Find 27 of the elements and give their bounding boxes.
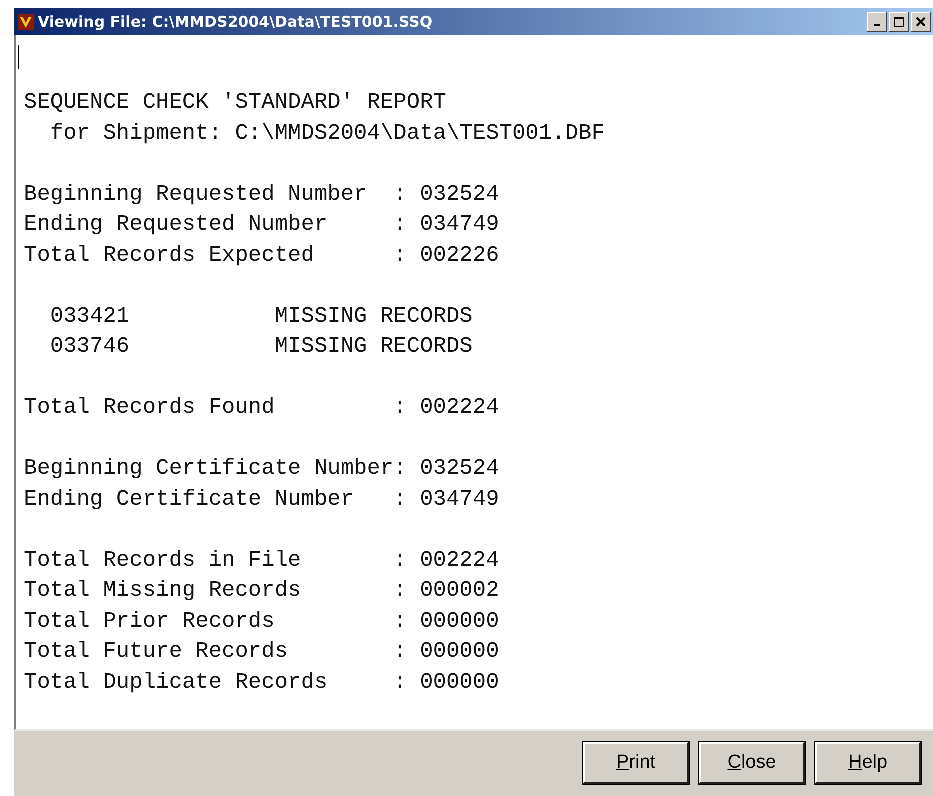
report-line: Ending Requested Number : 034749 xyxy=(24,212,500,238)
report-line: Total Future Records : 000000 xyxy=(24,639,500,664)
minimize-icon xyxy=(874,24,880,26)
report-line: Total Records in File : 002224 xyxy=(24,548,500,573)
report-line: Beginning Requested Number : 032524 xyxy=(24,182,500,207)
dialog-button[interactable]: Print xyxy=(583,742,689,784)
report-line: Total Duplicate Records : 000000 xyxy=(24,670,500,695)
report-line: 033421 MISSING RECORDS xyxy=(49,304,473,329)
dialog-button[interactable]: Close xyxy=(699,742,805,784)
window-title: Viewing File: C:\MMDS2004\Data\TEST001.SSQ xyxy=(38,12,434,31)
minimize-button[interactable] xyxy=(867,12,887,32)
maximize-icon xyxy=(894,16,904,27)
report-line: Total Prior Records : 000000 xyxy=(24,608,500,634)
close-icon xyxy=(916,16,926,27)
report-line: Beginning Certificate Number: 032524 xyxy=(24,456,500,482)
report-line: Ending Certificate Number : 034749 xyxy=(24,486,500,512)
report-line: 033746 MISSING RECORDS xyxy=(49,334,473,360)
text-cursor xyxy=(18,45,19,70)
report-line: Total Missing Records : 000002 xyxy=(24,578,500,604)
report-line: Total Records Found : 002224 xyxy=(24,395,500,420)
report-line: SEQUENCE CHECK 'STANDARD' REPORT xyxy=(24,90,446,116)
maximize-button[interactable] xyxy=(889,12,909,32)
app-logo-icon xyxy=(18,14,34,30)
close-button[interactable] xyxy=(911,12,931,32)
report-line: for Shipment: C:\MMDS2004\Data\TEST001.DBF xyxy=(49,120,605,146)
report-line: Total Records Expected : 002226 xyxy=(24,242,500,268)
dialog-button[interactable]: Help xyxy=(815,742,921,784)
